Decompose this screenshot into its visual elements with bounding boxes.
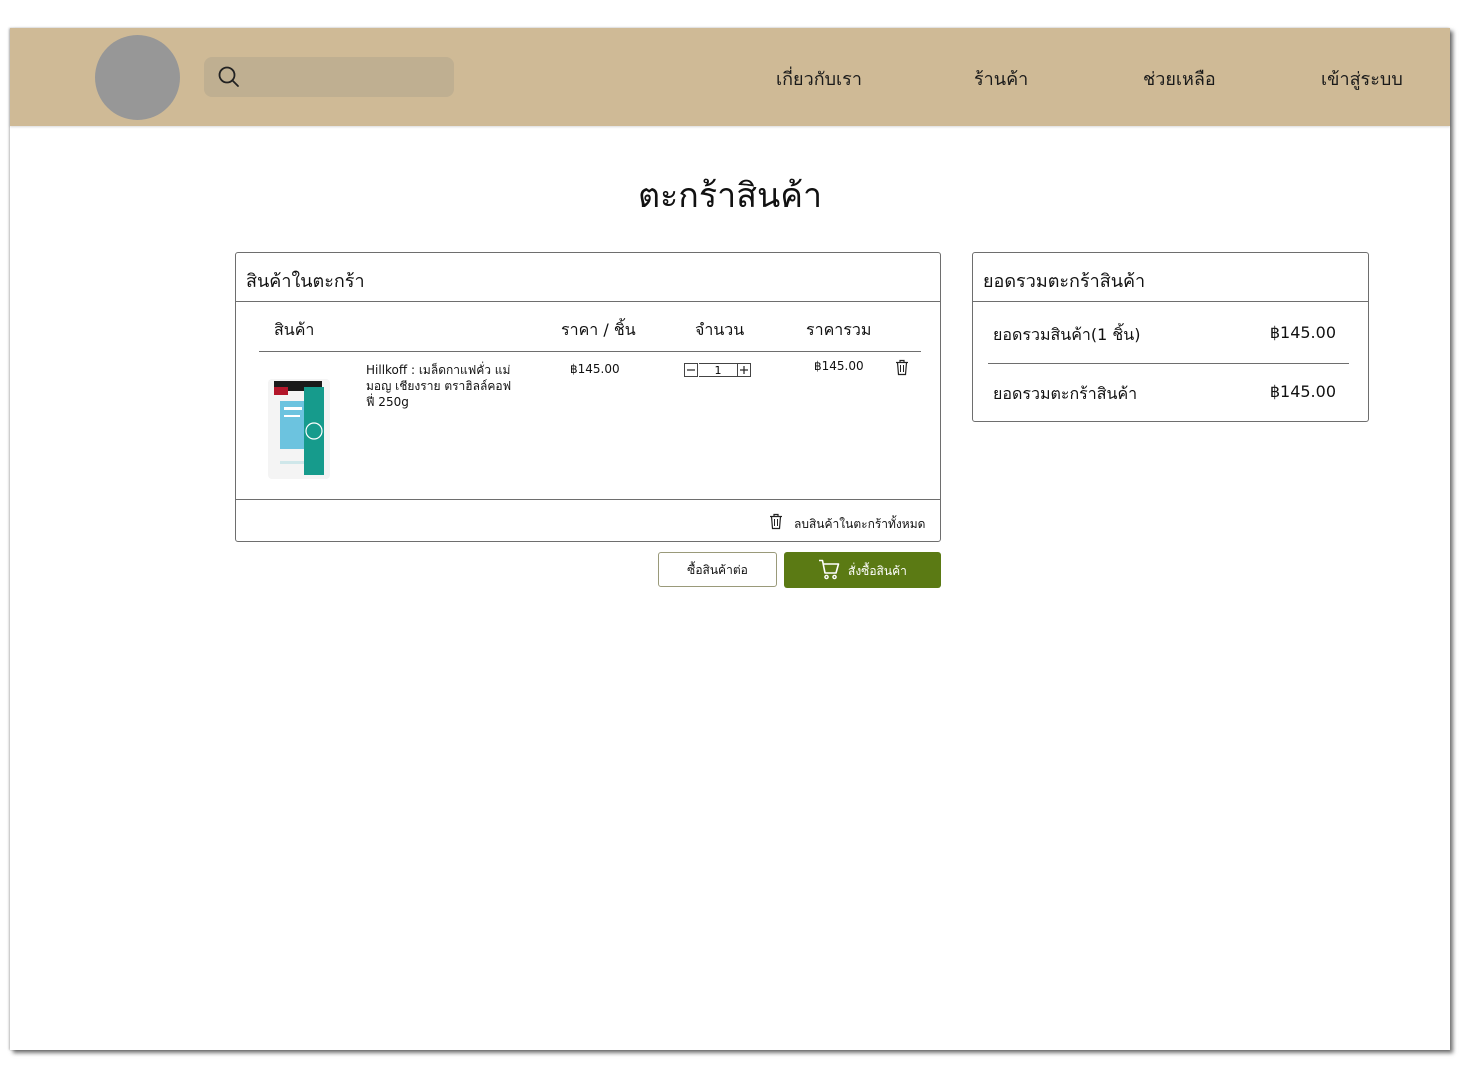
column-header-quantity: จำนวน: [695, 320, 745, 339]
top-navbar: เกี่ยวกับเรา ร้านค้า ช่วยเหลือ เข้าสู่ระ…: [10, 28, 1450, 126]
product-image[interactable]: [266, 373, 332, 481]
cart-panel-title: สินค้าในตะกร้า: [246, 271, 365, 292]
quantity-decrease-button[interactable]: [684, 363, 698, 377]
summary-panel-title: ยอดรวมตะกร้าสินค้า: [983, 271, 1146, 292]
clear-cart-label: ลบสินค้าในตะกร้าทั้งหมด: [794, 517, 926, 531]
summary-subtotal-label: ยอดรวมสินค้า(1 ชิ้น): [993, 325, 1141, 344]
nav-about[interactable]: เกี่ยวกับเรา: [776, 64, 862, 93]
page-title: ตะกร้าสินค้า: [637, 176, 823, 216]
cart-icon: [819, 559, 840, 580]
column-header-unit-price: ราคา / ชิ้น: [561, 320, 636, 339]
nav-help[interactable]: ช่วยเหลือ: [1143, 64, 1216, 93]
nav-login[interactable]: เข้าสู่ระบบ: [1321, 64, 1403, 93]
column-header-total: ราคารวม: [806, 320, 872, 339]
place-order-button[interactable]: สั่งซื้อสินค้า: [784, 552, 941, 588]
place-order-label: สั่งซื้อสินค้า: [848, 564, 907, 578]
app-window: เกี่ยวกับเรา ร้านค้า ช่วยเหลือ เข้าสู่ระ…: [10, 28, 1450, 1050]
column-header-product: สินค้า: [274, 320, 315, 339]
trash-icon: [770, 513, 782, 530]
search-icon: [218, 66, 239, 87]
plus-icon: [740, 366, 748, 374]
divider: [988, 363, 1349, 364]
summary-total-label: ยอดรวมตะกร้าสินค้า: [993, 384, 1138, 403]
quantity-input[interactable]: [699, 363, 737, 377]
cart-panel-header: สินค้าในตะกร้า: [236, 253, 940, 302]
product-unit-price: ฿145.00: [570, 362, 620, 376]
divider: [236, 499, 940, 500]
summary-total-value: ฿145.00: [1269, 382, 1336, 401]
product-line-total: ฿145.00: [814, 359, 864, 373]
trash-icon[interactable]: [894, 359, 910, 376]
nav-shop[interactable]: ร้านค้า: [974, 64, 1028, 93]
search-bar[interactable]: [204, 57, 454, 97]
cart-panel: สินค้าในตะกร้า สินค้า ราคา / ชิ้น จำนวน …: [235, 252, 941, 542]
logo[interactable]: [95, 35, 180, 120]
quantity-increase-button[interactable]: [737, 363, 751, 377]
summary-panel-header: ยอดรวมตะกร้าสินค้า: [973, 253, 1368, 302]
minus-icon: [687, 369, 695, 371]
product-name[interactable]: Hillkoff : เมล็ดกาแฟคั่ว แม่มอญ เชียงราย…: [366, 362, 516, 410]
divider: [259, 351, 921, 352]
continue-shopping-button[interactable]: ซื้อสินค้าต่อ: [658, 552, 777, 587]
summary-subtotal-value: ฿145.00: [1269, 323, 1336, 342]
quantity-stepper: [684, 363, 752, 377]
summary-panel: ยอดรวมตะกร้าสินค้า ยอดรวมสินค้า(1 ชิ้น) …: [972, 252, 1369, 422]
